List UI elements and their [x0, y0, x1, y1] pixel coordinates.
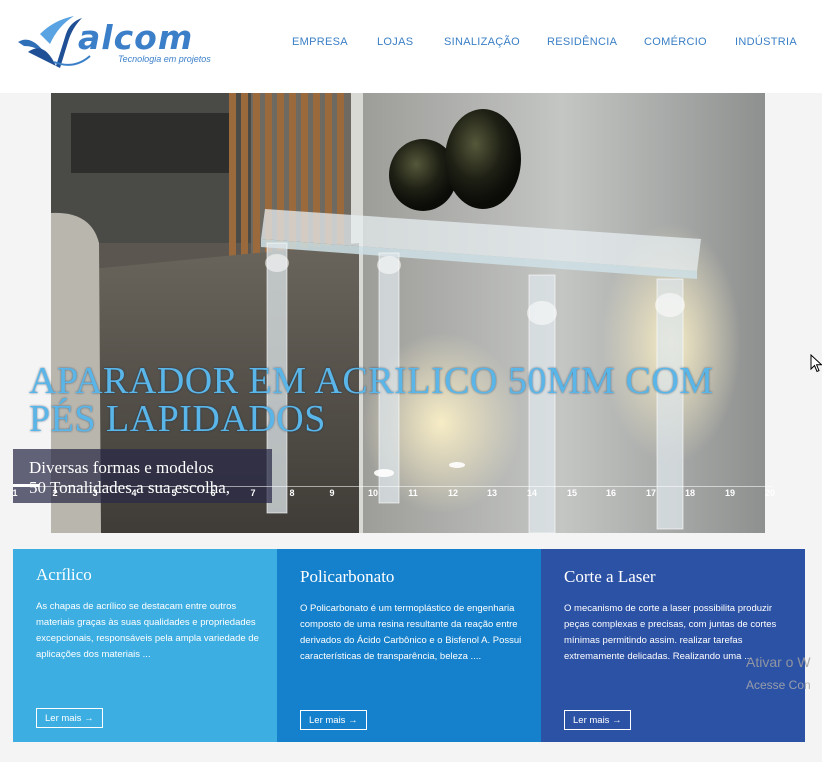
card-corte-laser: Corte a Laser O mecanismo de corte a las…	[541, 549, 805, 742]
nav-item-sinalizacao[interactable]: SINALIZAÇÃO	[444, 36, 520, 48]
brand-logo[interactable]: alcom Tecnologia em projetos	[14, 12, 229, 70]
pager-item[interactable]: 18	[685, 488, 695, 498]
pager-item[interactable]: 10	[368, 488, 378, 498]
nav-item-empresa[interactable]: EMPRESA	[292, 36, 348, 48]
pager-item[interactable]: 20	[765, 488, 775, 498]
hero-title: APARADOR EM ACRILICO 50MM COM PÉS LAPIDA…	[29, 360, 714, 440]
nav-item-industria[interactable]: INDÚSTRIA	[735, 36, 797, 48]
card-acrilico: Acrílico As chapas de acrílico se destac…	[13, 549, 277, 742]
activation-watermark-title: Ativar o W	[746, 654, 811, 670]
site-header: alcom Tecnologia em projetos EMPRESA LOJ…	[0, 0, 822, 93]
pager-item[interactable]: 17	[646, 488, 656, 498]
card-title: Acrílico	[36, 565, 92, 584]
brand-wordmark: alcom	[78, 18, 194, 57]
pager-item[interactable]: 13	[487, 488, 497, 498]
pager-item[interactable]: 4	[131, 488, 136, 498]
read-more-button[interactable]: Ler mais →	[564, 710, 631, 730]
card-policarbonato: Policarbonato O Policarbonato é um termo…	[277, 549, 541, 742]
mouse-pointer-icon	[810, 354, 822, 373]
pager-item[interactable]: 11	[408, 488, 418, 498]
pager-item[interactable]: 16	[606, 488, 616, 498]
pager-item[interactable]: 8	[289, 488, 294, 498]
pager-item[interactable]: 7	[250, 488, 255, 498]
pager-item[interactable]: 5	[171, 488, 176, 498]
slider-pager: 1 2 3 4 5 6 7 8 9 10 11 12 13 14 15 16 1…	[0, 484, 822, 500]
pager-item[interactable]: 19	[725, 488, 735, 498]
card-title: Corte a Laser	[564, 567, 656, 586]
pager-item[interactable]: 9	[329, 488, 334, 498]
pager-item[interactable]: 2	[52, 488, 57, 498]
pager-item[interactable]: 3	[92, 488, 97, 498]
pager-item[interactable]: 14	[527, 488, 537, 498]
card-title: Policarbonato	[300, 567, 395, 586]
card-text: O Policarbonato é um termoplástico de en…	[300, 603, 522, 662]
card-text: As chapas de acrílico se destacam entre …	[36, 601, 259, 660]
brand-tagline: Tecnologia em projetos	[118, 54, 211, 64]
hero-caption-line-1: Diversas formas e modelos	[29, 458, 214, 477]
pager-track	[13, 486, 773, 487]
pager-item[interactable]: 12	[448, 488, 458, 498]
pager-item[interactable]: 1	[12, 488, 17, 498]
read-more-button[interactable]: Ler mais →	[36, 708, 103, 728]
activation-watermark-text: Acesse Con	[746, 678, 811, 692]
read-more-button[interactable]: Ler mais →	[300, 710, 367, 730]
pager-item[interactable]: 15	[567, 488, 577, 498]
nav-item-residencia[interactable]: RESIDÊNCIA	[547, 36, 617, 48]
pager-item[interactable]: 6	[210, 488, 215, 498]
nav-item-comercio[interactable]: COMÉRCIO	[644, 36, 707, 48]
nav-item-lojas[interactable]: LOJAS	[377, 36, 413, 48]
pager-active-indicator	[13, 484, 39, 487]
